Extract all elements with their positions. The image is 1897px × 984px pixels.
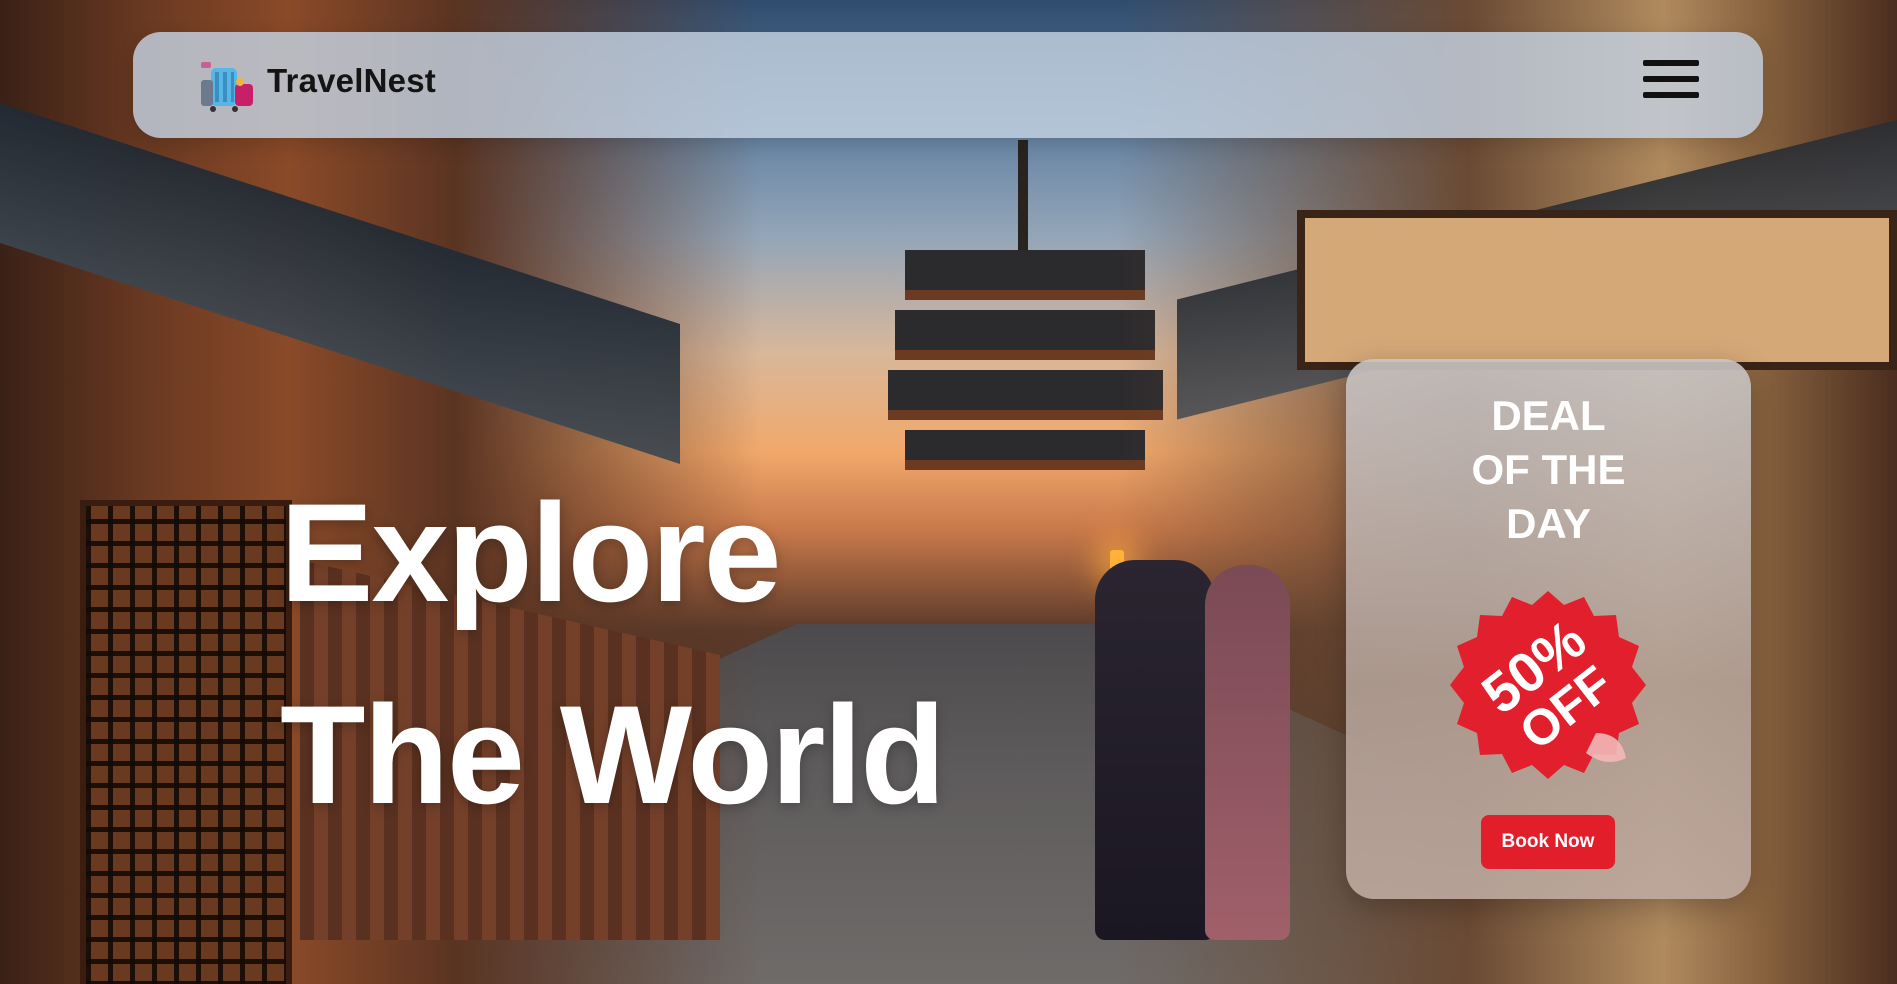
menu-bar	[1643, 76, 1699, 82]
navbar: TravelNest	[133, 32, 1763, 138]
menu-bar	[1643, 92, 1699, 98]
menu-bar	[1643, 60, 1699, 66]
pagoda-tier	[905, 250, 1145, 300]
deal-title: DEAL OF THE DAY	[1346, 389, 1751, 551]
deal-title-line-2: OF THE	[1471, 446, 1626, 493]
person-kimono-dark	[1095, 560, 1215, 940]
person-kimono-pink	[1205, 565, 1290, 940]
brand-name[interactable]: TravelNest	[267, 62, 436, 100]
deal-title-line-1: DEAL	[1491, 392, 1606, 439]
discount-badge-icon: 50% OFF	[1446, 583, 1651, 788]
hamburger-menu-icon[interactable]	[1643, 60, 1699, 104]
hero-title-line-2: The World	[280, 676, 946, 833]
deal-of-the-day-card: DEAL OF THE DAY 50% OFF Book Now	[1346, 359, 1751, 899]
book-now-button[interactable]: Book Now	[1481, 815, 1615, 869]
deal-title-line-3: DAY	[1506, 500, 1591, 547]
wooden-lattice	[80, 500, 292, 984]
hero-title-line-1: Explore	[280, 474, 782, 631]
pagoda-spire	[1018, 140, 1028, 250]
right-wall	[1297, 210, 1897, 370]
pagoda-tier	[895, 310, 1155, 360]
luggage-logo-icon[interactable]	[193, 54, 257, 116]
hero-title: Explore The World	[280, 452, 946, 856]
